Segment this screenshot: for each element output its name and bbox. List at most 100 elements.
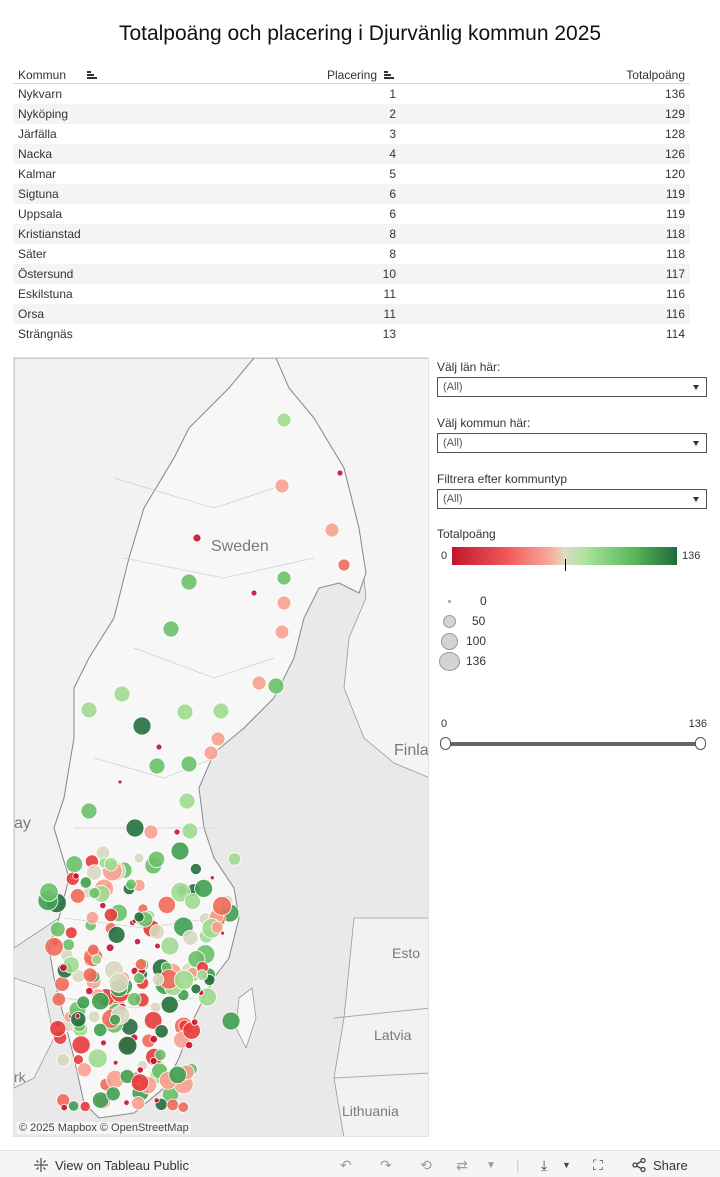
refresh-icon[interactable]: ⇄ <box>456 1157 468 1174</box>
table-row[interactable]: Sigtuna 6 119 <box>13 184 690 204</box>
undo-icon[interactable]: ↶ <box>340 1157 352 1174</box>
municipality-bubble[interactable] <box>177 1101 190 1113</box>
municipality-bubble[interactable] <box>88 887 101 900</box>
municipality-bubble[interactable] <box>182 929 199 946</box>
municipality-bubble[interactable] <box>113 685 131 703</box>
table-row[interactable]: Nyköping 2 129 <box>13 104 690 124</box>
filter-kommun-select[interactable]: (All) <box>437 433 707 453</box>
municipality-bubble[interactable] <box>76 1062 92 1078</box>
municipality-bubble[interactable] <box>103 907 119 923</box>
municipality-bubble[interactable] <box>168 1065 187 1085</box>
column-header-placering[interactable]: Placering <box>327 68 395 82</box>
municipality-bubble[interactable] <box>65 855 84 874</box>
municipality-bubble[interactable] <box>87 1010 101 1023</box>
table-row[interactable]: Nacka 4 126 <box>13 144 690 164</box>
municipality-bubble[interactable] <box>125 818 145 838</box>
municipality-bubble[interactable] <box>82 967 98 983</box>
municipality-bubble[interactable] <box>155 743 163 751</box>
fullscreen-icon[interactable]: ⛶ <box>593 1157 603 1174</box>
municipality-bubble[interactable] <box>160 936 180 956</box>
filter-kommuntyp-select[interactable]: (All) <box>437 489 707 509</box>
municipality-bubble[interactable] <box>185 1040 194 1050</box>
municipality-bubble[interactable] <box>49 921 66 938</box>
sort-icon[interactable] <box>384 71 395 80</box>
municipality-bubble[interactable] <box>79 876 92 889</box>
municipality-bubble[interactable] <box>178 792 196 810</box>
municipality-bubble[interactable] <box>62 938 75 951</box>
municipality-bubble[interactable] <box>276 412 292 428</box>
municipality-bubble[interactable] <box>99 901 107 910</box>
municipality-bubble[interactable] <box>125 878 137 891</box>
column-header-kommun[interactable]: Kommun <box>18 68 98 82</box>
municipality-bubble[interactable] <box>162 620 180 638</box>
municipality-bubble[interactable] <box>190 1018 199 1026</box>
municipality-bubble[interactable] <box>117 1035 138 1056</box>
map-attribution[interactable]: © 2025 Mapbox © OpenStreetMap <box>17 1122 191 1134</box>
municipality-bubble[interactable] <box>117 779 123 785</box>
view-on-tableau-button[interactable]: View on Tableau Public <box>33 1157 189 1173</box>
municipality-bubble[interactable] <box>49 1020 67 1038</box>
municipality-bubble[interactable] <box>107 926 126 944</box>
slider-track[interactable] <box>445 742 701 746</box>
municipality-bubble[interactable] <box>44 937 64 957</box>
municipality-bubble[interactable] <box>154 1024 169 1039</box>
redo-icon[interactable]: ↷ <box>380 1157 392 1174</box>
municipality-bubble[interactable] <box>93 1022 108 1038</box>
sweden-map[interactable]: Sweden Finla ay Esto Latvia Lithuania rk… <box>13 357 429 1137</box>
municipality-bubble[interactable] <box>87 1048 108 1069</box>
municipality-bubble[interactable] <box>72 872 80 880</box>
table-row[interactable]: Uppsala 6 119 <box>13 204 690 224</box>
municipality-bubble[interactable] <box>74 1013 81 1019</box>
table-row[interactable]: Eskilstuna 11 116 <box>13 284 690 304</box>
municipality-bubble[interactable] <box>210 920 224 934</box>
municipality-bubble[interactable] <box>69 888 86 904</box>
municipality-bubble[interactable] <box>274 624 290 640</box>
table-row[interactable]: Nykvarn 1 136 <box>13 84 690 104</box>
municipality-bubble[interactable] <box>134 958 148 971</box>
municipality-bubble[interactable] <box>64 926 78 939</box>
municipality-bubble[interactable] <box>103 857 119 872</box>
column-header-totalpoang[interactable]: Totalpoäng <box>626 68 685 82</box>
municipality-bubble[interactable] <box>147 850 166 868</box>
slider-handle-min[interactable] <box>440 737 451 750</box>
download-icon[interactable]: ⤓ <box>541 1157 547 1174</box>
municipality-bubble[interactable] <box>228 852 242 866</box>
municipality-bubble[interactable] <box>80 802 98 820</box>
map-canvas[interactable]: Sweden Finla ay Esto Latvia Lithuania rk <box>14 358 429 1137</box>
sort-icon[interactable] <box>87 71 98 80</box>
table-row[interactable]: Orsa 11 116 <box>13 304 690 324</box>
municipality-bubble[interactable] <box>154 1048 167 1062</box>
municipality-bubble[interactable] <box>109 1013 121 1026</box>
municipality-bubble[interactable] <box>91 992 110 1011</box>
municipality-bubble[interactable] <box>153 1097 160 1104</box>
municipality-bubble[interactable] <box>51 992 67 1007</box>
municipality-bubble[interactable] <box>276 570 292 586</box>
municipality-bubble[interactable] <box>39 882 59 902</box>
municipality-bubble[interactable] <box>336 469 344 477</box>
municipality-bubble[interactable] <box>105 943 115 952</box>
municipality-bubble[interactable] <box>76 995 91 1010</box>
municipality-bubble[interactable] <box>192 533 202 543</box>
municipality-bubble[interactable] <box>173 828 181 836</box>
municipality-bubble[interactable] <box>91 954 103 965</box>
score-range-slider[interactable]: 0 136 <box>437 718 709 758</box>
municipality-bubble[interactable] <box>151 973 165 986</box>
municipality-bubble[interactable] <box>133 911 145 923</box>
municipality-bubble[interactable] <box>267 677 285 695</box>
municipality-bubble[interactable] <box>136 1066 144 1074</box>
municipality-bubble[interactable] <box>80 701 98 719</box>
municipality-bubble[interactable] <box>182 1021 201 1040</box>
table-row[interactable]: Strängnäs 13 114 <box>13 324 690 344</box>
municipality-bubble[interactable] <box>143 824 159 840</box>
municipality-bubble[interactable] <box>130 1073 150 1092</box>
municipality-bubble[interactable] <box>149 924 165 940</box>
municipality-bubble[interactable] <box>126 992 142 1007</box>
chevron-down-icon[interactable]: ▼ <box>486 1160 496 1171</box>
municipality-bubble[interactable] <box>170 841 190 861</box>
municipality-bubble[interactable] <box>100 1039 107 1047</box>
municipality-bubble[interactable] <box>132 716 152 736</box>
municipality-bubble[interactable] <box>108 972 129 993</box>
municipality-bubble[interactable] <box>251 675 267 691</box>
chevron-down-icon[interactable]: ▼ <box>562 1160 571 1170</box>
municipality-bubble[interactable] <box>203 745 219 761</box>
